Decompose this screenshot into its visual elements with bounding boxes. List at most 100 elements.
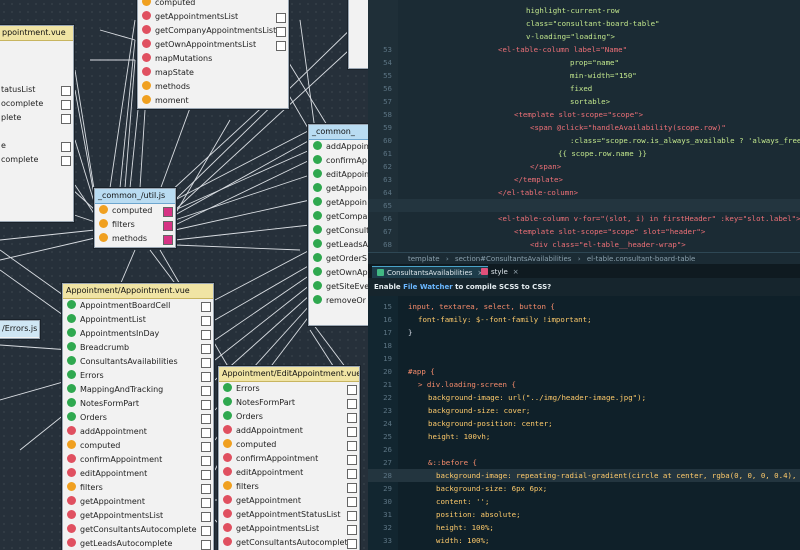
- node-item[interactable]: ocomplete: [0, 97, 73, 111]
- expand-pin-icon[interactable]: [201, 484, 211, 494]
- code-line[interactable]: v-loading="loading">: [368, 30, 800, 43]
- node-item[interactable]: complete: [0, 153, 73, 167]
- node-item[interactable]: confirmAp: [309, 154, 368, 168]
- code-line[interactable]: class="consultant-board-table": [368, 17, 800, 30]
- expand-pin-icon[interactable]: [61, 114, 71, 124]
- node-item[interactable]: mapState: [138, 66, 288, 80]
- node-item[interactable]: editAppoin: [309, 168, 368, 182]
- node-item[interactable]: computed: [219, 438, 359, 452]
- expand-pin-icon[interactable]: [201, 330, 211, 340]
- expand-pin-icon[interactable]: [276, 41, 286, 51]
- node-item[interactable]: computed: [95, 204, 175, 218]
- node-appointment-vue[interactable]: Appointment/Appointment.vue AppointmentB…: [62, 283, 214, 550]
- node-item[interactable]: Errors: [63, 369, 213, 383]
- node-item[interactable]: Orders: [63, 411, 213, 425]
- node-item[interactable]: Orders: [219, 410, 359, 424]
- code-line[interactable]: 63 </template>: [368, 173, 800, 186]
- file-watcher-link[interactable]: File Watcher: [403, 283, 453, 291]
- node-item[interactable]: AppointmentsInDay: [63, 327, 213, 341]
- node-item[interactable]: editAppointment: [219, 466, 359, 480]
- expand-pin-icon[interactable]: [61, 142, 71, 152]
- node-item[interactable]: AppointmentList: [63, 313, 213, 327]
- node-item[interactable]: getAppointmentsList: [63, 509, 213, 523]
- expand-pin-icon[interactable]: [347, 483, 357, 493]
- node-item[interactable]: MappingAndTracking: [63, 383, 213, 397]
- node-item[interactable]: computed: [138, 0, 288, 10]
- node-item[interactable]: getAppointmentsList: [219, 522, 359, 536]
- expand-pin-icon[interactable]: [61, 86, 71, 96]
- node-item[interactable]: getConsult: [309, 224, 368, 238]
- code-line[interactable]: 16 font-family: $--font-family !important…: [368, 313, 800, 326]
- code-line[interactable]: 65: [368, 199, 800, 212]
- node-top-right-partial[interactable]: [348, 0, 368, 69]
- node-item[interactable]: addAppointment: [219, 424, 359, 438]
- expand-pin-icon[interactable]: [201, 358, 211, 368]
- code-line[interactable]: 59 <span @click="handleAvailability(scope…: [368, 121, 800, 134]
- expand-pin-icon[interactable]: [347, 497, 357, 507]
- node-item[interactable]: getOrderS: [309, 252, 368, 266]
- node-item[interactable]: getAppointment: [219, 494, 359, 508]
- node-item[interactable]: Errors: [219, 382, 359, 396]
- code-line[interactable]: 62 </span>: [368, 160, 800, 173]
- code-line[interactable]: 56 fixed: [368, 82, 800, 95]
- expand-pin-icon[interactable]: [201, 526, 211, 536]
- node-item[interactable]: removeOr: [309, 294, 368, 308]
- expand-pin-icon[interactable]: [347, 427, 357, 437]
- node-item[interactable]: Breadcrumb: [63, 341, 213, 355]
- code-line[interactable]: 22 background-image: url("../img/header-i…: [368, 391, 800, 404]
- code-line[interactable]: 53 <el-table-column label="Name": [368, 43, 800, 56]
- code-line[interactable]: 20 #app {: [368, 365, 800, 378]
- node-item[interactable]: NotesFormPart: [63, 397, 213, 411]
- code-line[interactable]: 54 prop="name": [368, 56, 800, 69]
- node-item[interactable]: getConsultantsAutocomplete: [63, 523, 213, 537]
- node-item[interactable]: getAppoin: [309, 182, 368, 196]
- tab-style[interactable]: style ×: [476, 266, 524, 278]
- expand-pin-icon[interactable]: [347, 469, 357, 479]
- code-line[interactable]: 57 sortable>: [368, 95, 800, 108]
- node-appointment-vue-partial[interactable]: ppointment.vue tatusList ocomplete plete…: [0, 25, 74, 222]
- expand-pin-icon[interactable]: [276, 13, 286, 23]
- node-item[interactable]: getAppointmentStatusList: [219, 508, 359, 522]
- node-item[interactable]: methods: [138, 80, 288, 94]
- node-item[interactable]: getLeadsA: [309, 238, 368, 252]
- expand-pin-icon[interactable]: [201, 386, 211, 396]
- node-item[interactable]: ConsultantsAvailabilities: [63, 355, 213, 369]
- node-common-right[interactable]: _common_ addAppoin confirmAp editAppoin …: [308, 124, 368, 326]
- code-line[interactable]: 21 > div.loading-screen {: [368, 378, 800, 391]
- expand-pin-icon[interactable]: [201, 344, 211, 354]
- expand-pin-icon[interactable]: [201, 456, 211, 466]
- code-line[interactable]: 24 background-position: center;: [368, 417, 800, 430]
- expand-pin-icon[interactable]: [201, 512, 211, 522]
- node-item[interactable]: computed: [63, 439, 213, 453]
- expand-pin-icon[interactable]: [61, 100, 71, 110]
- expand-pin-icon[interactable]: [201, 316, 211, 326]
- node-item[interactable]: editAppointment: [63, 467, 213, 481]
- template-editor[interactable]: highlight-current-row class="consultant-b…: [368, 0, 800, 252]
- expand-pin-icon[interactable]: [201, 470, 211, 480]
- expand-pin-icon[interactable]: [201, 414, 211, 424]
- node-errors-js[interactable]: /Errors.js: [0, 320, 40, 339]
- expand-pin-icon[interactable]: [347, 525, 357, 535]
- code-line[interactable]: 64 </el-table-column>: [368, 186, 800, 199]
- code-line[interactable]: 19: [368, 352, 800, 365]
- code-line[interactable]: 27 &::before {: [368, 456, 800, 469]
- code-line[interactable]: 55 min-width="150": [368, 69, 800, 82]
- node-item[interactable]: getAppointmentsList: [138, 10, 288, 24]
- code-line[interactable]: 23 background-size: cover;: [368, 404, 800, 417]
- code-line[interactable]: 28 background-image: repeating-radial-gra…: [368, 469, 800, 482]
- node-item[interactable]: confirmAppointment: [63, 453, 213, 467]
- code-line[interactable]: 17}: [368, 326, 800, 339]
- node-item[interactable]: filters: [219, 480, 359, 494]
- expand-pin-icon[interactable]: [163, 235, 173, 245]
- node-item[interactable]: plete: [0, 111, 73, 125]
- expand-pin-icon[interactable]: [276, 27, 286, 37]
- code-line[interactable]: 66 <el-table-column v-for="(slot, i) in f…: [368, 212, 800, 225]
- expand-pin-icon[interactable]: [347, 511, 357, 521]
- node-item[interactable]: filters: [63, 481, 213, 495]
- code-line[interactable]: 67 <template slot-scope="scope" slot="hea…: [368, 225, 800, 238]
- node-item[interactable]: NotesFormPart: [219, 396, 359, 410]
- dependency-diagram[interactable]: ppointment.vue tatusList ocomplete plete…: [0, 0, 368, 550]
- expand-pin-icon[interactable]: [347, 539, 357, 549]
- node-item[interactable]: confirmAppointment: [219, 452, 359, 466]
- node-item[interactable]: getConsultantsAutocomplete: [219, 536, 359, 550]
